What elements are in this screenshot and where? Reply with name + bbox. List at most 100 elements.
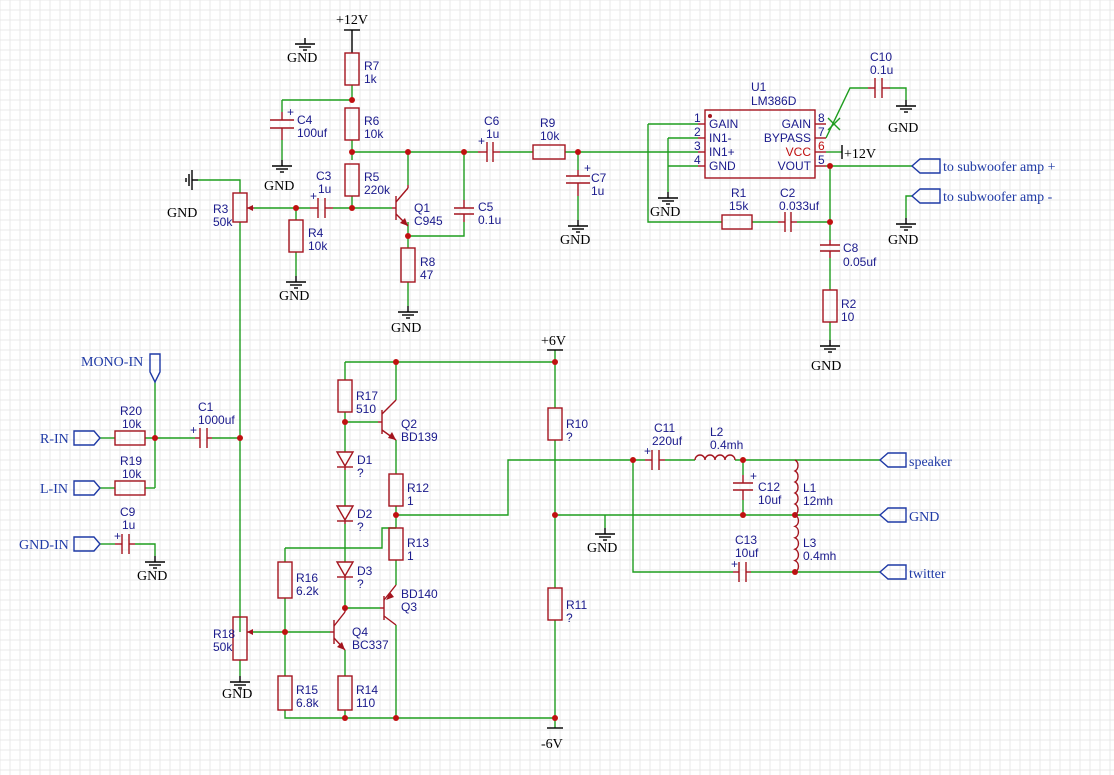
svg-text:BD140: BD140: [401, 587, 438, 601]
svg-text:0.4mh: 0.4mh: [710, 438, 743, 452]
svg-text:D1: D1: [357, 453, 373, 467]
svg-text:C3: C3: [316, 169, 332, 183]
svg-text:+: +: [478, 134, 485, 148]
svg-text:1000uf: 1000uf: [198, 413, 235, 427]
svg-text:GAIN: GAIN: [782, 117, 811, 131]
svg-text:6.2k: 6.2k: [296, 584, 320, 598]
svg-text:Q1: Q1: [414, 201, 430, 215]
svg-text:BYPASS: BYPASS: [764, 131, 811, 145]
svg-text:IN1+: IN1+: [709, 145, 735, 159]
svg-text:1u: 1u: [591, 184, 604, 198]
svg-text:C4: C4: [297, 113, 313, 127]
svg-text:VOUT: VOUT: [778, 159, 812, 173]
svg-text:5: 5: [818, 153, 825, 167]
svg-text:?: ?: [357, 520, 364, 534]
gnd-label: GND: [811, 359, 841, 374]
svg-text:C5: C5: [478, 200, 494, 214]
svg-text:C12: C12: [758, 480, 780, 494]
svg-text:50k: 50k: [213, 215, 233, 229]
svg-text:Q2: Q2: [401, 417, 417, 431]
svg-text:+: +: [190, 423, 197, 437]
svg-text:twitter: twitter: [909, 567, 946, 582]
svg-text:0.1u: 0.1u: [870, 63, 893, 77]
gnd-label: GND: [650, 205, 680, 220]
svg-text:R15: R15: [296, 683, 318, 697]
svg-text:0.05uf: 0.05uf: [843, 255, 877, 269]
svg-text:+: +: [310, 189, 317, 203]
svg-text:12mh: 12mh: [803, 494, 833, 508]
svg-text:+: +: [584, 161, 591, 175]
svg-text:8: 8: [818, 111, 825, 125]
capacitor-C5: C50.1u: [454, 200, 501, 227]
svg-text:R17: R17: [356, 389, 378, 403]
svg-text:?: ?: [357, 577, 364, 591]
svg-text:1u: 1u: [318, 182, 331, 196]
svg-text:7: 7: [818, 125, 825, 139]
diode-D3: D3?: [335, 561, 373, 591]
svg-text:R2: R2: [841, 297, 857, 311]
svg-text:10: 10: [841, 310, 855, 324]
svg-text:R18: R18: [213, 627, 235, 641]
svg-text:1u: 1u: [486, 127, 499, 141]
svg-text:Q4: Q4: [352, 625, 368, 639]
svg-text:L3: L3: [803, 536, 817, 550]
gnd-label: GND: [587, 541, 617, 556]
svg-text:100uf: 100uf: [297, 126, 328, 140]
transistor-Q2: Q2BD139: [378, 399, 438, 444]
background-grid: [0, 0, 1114, 775]
svg-text:47: 47: [420, 268, 434, 282]
svg-text:U1: U1: [751, 80, 767, 94]
port-gnd-in: GND-IN: [19, 536, 101, 553]
diode-D1: D1?: [335, 451, 373, 480]
gnd-label: GND: [391, 321, 421, 336]
svg-text:GND: GND: [909, 510, 939, 525]
potentiometer-R3: R350k: [213, 192, 254, 229]
svg-text:R6: R6: [364, 114, 380, 128]
svg-text:R3: R3: [213, 202, 229, 216]
svg-text:GND: GND: [709, 159, 736, 173]
transistor-Q3: BD140Q3: [380, 584, 438, 626]
svg-text:1: 1: [407, 549, 414, 563]
capacitor-C2: C20.033uf: [778, 186, 820, 232]
svg-text:1k: 1k: [364, 72, 378, 86]
gnd-label: GND: [287, 51, 317, 66]
resistor-R1: [721, 214, 753, 230]
svg-text:R8: R8: [420, 255, 436, 269]
svg-text:10k: 10k: [122, 467, 142, 481]
power-12v-u1: +12V: [841, 145, 876, 162]
net-label-12v: +12V: [336, 13, 368, 28]
svg-text:R14: R14: [356, 683, 378, 697]
svg-text:C8: C8: [843, 241, 859, 255]
svg-text:VCC: VCC: [786, 145, 812, 159]
svg-text:3: 3: [694, 139, 701, 153]
svg-text:R7: R7: [364, 59, 380, 73]
gnd-label: GND: [167, 206, 197, 221]
svg-text:6: 6: [818, 139, 825, 153]
resistor-R13: [388, 527, 404, 561]
svg-text:R20: R20: [120, 404, 142, 418]
svg-text:BC337: BC337: [352, 638, 389, 652]
svg-text:R-IN: R-IN: [40, 432, 69, 447]
net-label-6v: +6V: [541, 334, 566, 349]
svg-text:+: +: [644, 444, 651, 458]
svg-text:6.8k: 6.8k: [296, 696, 320, 710]
svg-text:R4: R4: [308, 226, 324, 240]
svg-text:speaker: speaker: [909, 455, 952, 470]
ic-U1[interactable]: U1 LM386D 1 2 3 4 GAIN IN1- IN1+ GND GAI…: [694, 80, 841, 179]
svg-text:10k: 10k: [308, 239, 328, 253]
gnd-label: GND: [560, 233, 590, 248]
svg-text:10k: 10k: [364, 127, 384, 141]
svg-text:MONO-IN: MONO-IN: [81, 355, 143, 370]
svg-text:C1: C1: [198, 400, 214, 414]
potentiometer-R18: R1850k: [213, 616, 253, 661]
gnd-label: GND: [888, 233, 918, 248]
svg-text:GAIN: GAIN: [709, 117, 738, 131]
port-speaker: speaker: [878, 452, 952, 470]
svg-text:+: +: [287, 105, 294, 119]
svg-text:110: 110: [356, 696, 375, 710]
svg-text:C945: C945: [414, 214, 443, 228]
resistor-R4: [288, 219, 304, 253]
svg-text:0.4mh: 0.4mh: [803, 549, 836, 563]
svg-text:0.1u: 0.1u: [478, 213, 501, 227]
gnd-label: GND: [222, 687, 252, 702]
